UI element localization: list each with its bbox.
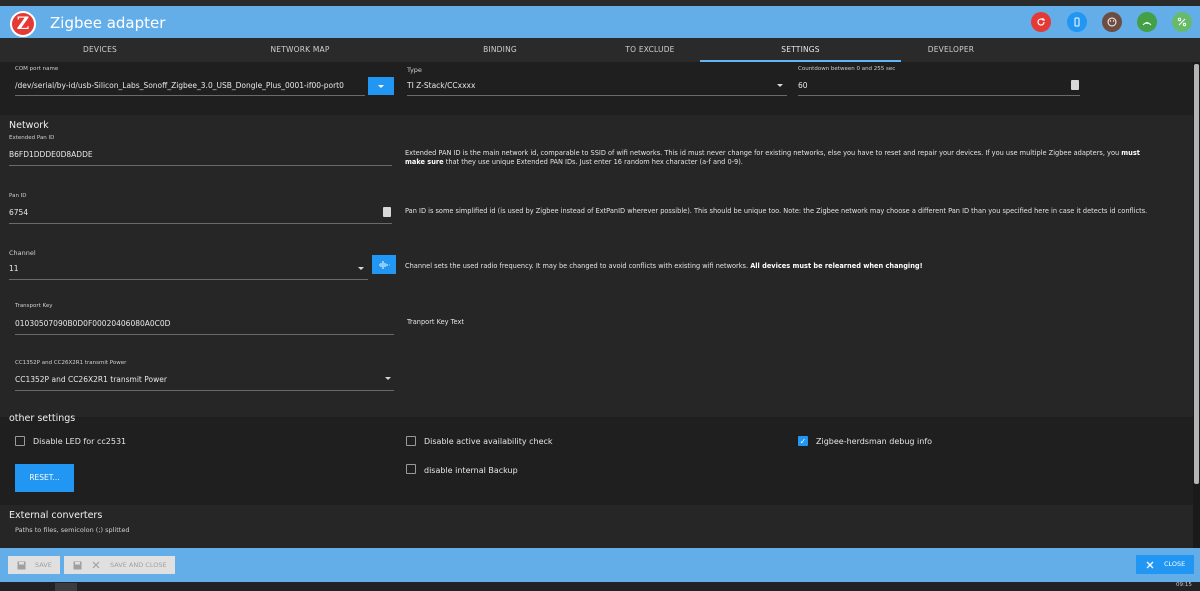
save-button[interactable]: SAVE — [8, 556, 60, 574]
tab-bar: DEVICES NETWORK MAP BINDING TO EXCLUDE S… — [0, 38, 1200, 62]
network-title: Network — [9, 120, 49, 131]
transport-key-underline — [15, 334, 394, 335]
channel-underline — [9, 279, 368, 280]
pan-id-input[interactable]: 6754 — [9, 208, 28, 217]
pan-id-description: Pan ID is some simplified id (is used by… — [405, 207, 1148, 215]
percent-icon — [1177, 17, 1187, 27]
transport-key-label: Transport Key — [15, 303, 53, 309]
disable-backup-checkbox[interactable] — [406, 464, 416, 474]
close-button[interactable]: CLOSE — [1136, 555, 1194, 574]
reset-button[interactable]: RESET... — [15, 464, 74, 492]
com-port-underline — [15, 95, 365, 96]
countdown-label: Countdown between 0 and 255 sec — [798, 66, 896, 72]
com-port-dropdown-button[interactable] — [368, 77, 394, 95]
dialog-footer: SAVE SAVE AND CLOSE CLOSE — [0, 548, 1200, 582]
pan-id-underline — [9, 223, 392, 224]
tab-to-exclude[interactable]: TO EXCLUDE — [590, 38, 710, 62]
disable-led-label: Disable LED for cc2531 — [33, 437, 127, 446]
external-converters-label: Paths to files, semicolon (;) splitted — [15, 526, 130, 534]
save-and-close-label: SAVE AND CLOSE — [110, 561, 167, 569]
ext-pan-description: Extended PAN ID is the main network id, … — [405, 149, 1140, 166]
refresh-button[interactable] — [1031, 12, 1051, 32]
countdown-underline — [798, 95, 1080, 96]
transmit-power-select[interactable]: CC1352P and CC26X2R1 transmit Power — [15, 375, 167, 384]
ext-pan-underline — [9, 165, 392, 166]
tab-developer[interactable]: DEVELOPER — [891, 38, 1011, 62]
transport-key-input[interactable]: 01030507090B0D0F00020406080A0C0D — [15, 319, 170, 328]
app-header: Z Zigbee adapter — [0, 6, 1200, 38]
app-title: Zigbee adapter — [50, 14, 166, 32]
channel-scan-button[interactable] — [372, 255, 396, 274]
tab-binding[interactable]: BINDING — [440, 38, 560, 62]
save-icon — [73, 561, 82, 569]
other-settings-title: other settings — [9, 413, 76, 424]
chevron-down-icon — [378, 85, 384, 88]
countdown-stepper[interactable] — [1071, 80, 1079, 90]
channel-label: Channel — [9, 249, 36, 257]
face-button[interactable] — [1102, 12, 1122, 32]
disable-availability-checkbox[interactable] — [406, 436, 416, 446]
taskbar-clock: 09:15 — [1176, 582, 1192, 588]
chevron-down-icon — [385, 377, 391, 380]
broadcast-button[interactable] — [1137, 12, 1157, 32]
com-port-input[interactable]: /dev/serial/by-id/usb-Silicon_Labs_Sonof… — [15, 81, 344, 90]
disable-availability-label: Disable active availability check — [424, 437, 553, 446]
transmit-power-label: CC1352P and CC26X2R1 transmit Power — [15, 360, 127, 366]
external-converters-section — [0, 505, 1193, 548]
ext-pan-label: Extended Pan ID — [9, 135, 55, 141]
tab-network-map[interactable]: NETWORK MAP — [240, 38, 360, 62]
pan-id-label: Pan ID — [9, 193, 27, 199]
pan-id-stepper[interactable] — [383, 207, 391, 217]
debug-info-checkbox[interactable]: ✓ — [798, 436, 808, 446]
zigbee-logo: Z — [10, 11, 36, 37]
refresh-icon — [1037, 18, 1045, 26]
transmit-power-underline — [15, 390, 394, 391]
percent-button[interactable] — [1172, 12, 1192, 32]
transport-key-description: Tranport Key Text — [407, 318, 464, 326]
type-underline — [407, 95, 787, 96]
chevron-down-icon — [777, 84, 783, 87]
close-icon — [92, 561, 100, 569]
taskbar-app[interactable] — [55, 583, 77, 591]
channel-description: Channel sets the used radio frequency. I… — [405, 262, 923, 270]
com-port-label: COM port name — [15, 66, 59, 72]
disable-backup-label: disable internal Backup — [424, 466, 518, 475]
close-icon — [1146, 561, 1154, 568]
broadcast-icon — [1142, 22, 1152, 26]
type-label: Type — [407, 66, 422, 74]
disable-led-checkbox[interactable] — [15, 436, 25, 446]
tab-settings[interactable]: SETTINGS — [700, 38, 901, 62]
close-label: CLOSE — [1164, 560, 1186, 568]
wave-icon — [379, 261, 390, 269]
ext-pan-input[interactable]: B6FD1DDDE0D8ADDE — [9, 150, 93, 159]
taskbar: 09:15 — [0, 582, 1200, 591]
save-icon — [17, 561, 26, 569]
save-and-close-button[interactable]: SAVE AND CLOSE — [64, 556, 175, 574]
scrollbar-thumb[interactable] — [1194, 64, 1199, 484]
save-label: SAVE — [35, 561, 52, 569]
external-converters-title: External converters — [9, 510, 103, 521]
chevron-down-icon — [358, 267, 364, 270]
type-select[interactable]: TI Z-Stack/CCxxxx — [407, 81, 475, 90]
tab-devices[interactable]: DEVICES — [40, 38, 160, 62]
countdown-input[interactable]: 60 — [798, 81, 808, 90]
channel-select[interactable]: 11 — [9, 264, 19, 273]
debug-info-label: Zigbee-herdsman debug info — [816, 437, 933, 446]
phone-icon — [1074, 17, 1080, 27]
check-icon: ✓ — [799, 437, 807, 446]
face-icon — [1107, 17, 1117, 27]
phone-button[interactable] — [1067, 12, 1087, 32]
